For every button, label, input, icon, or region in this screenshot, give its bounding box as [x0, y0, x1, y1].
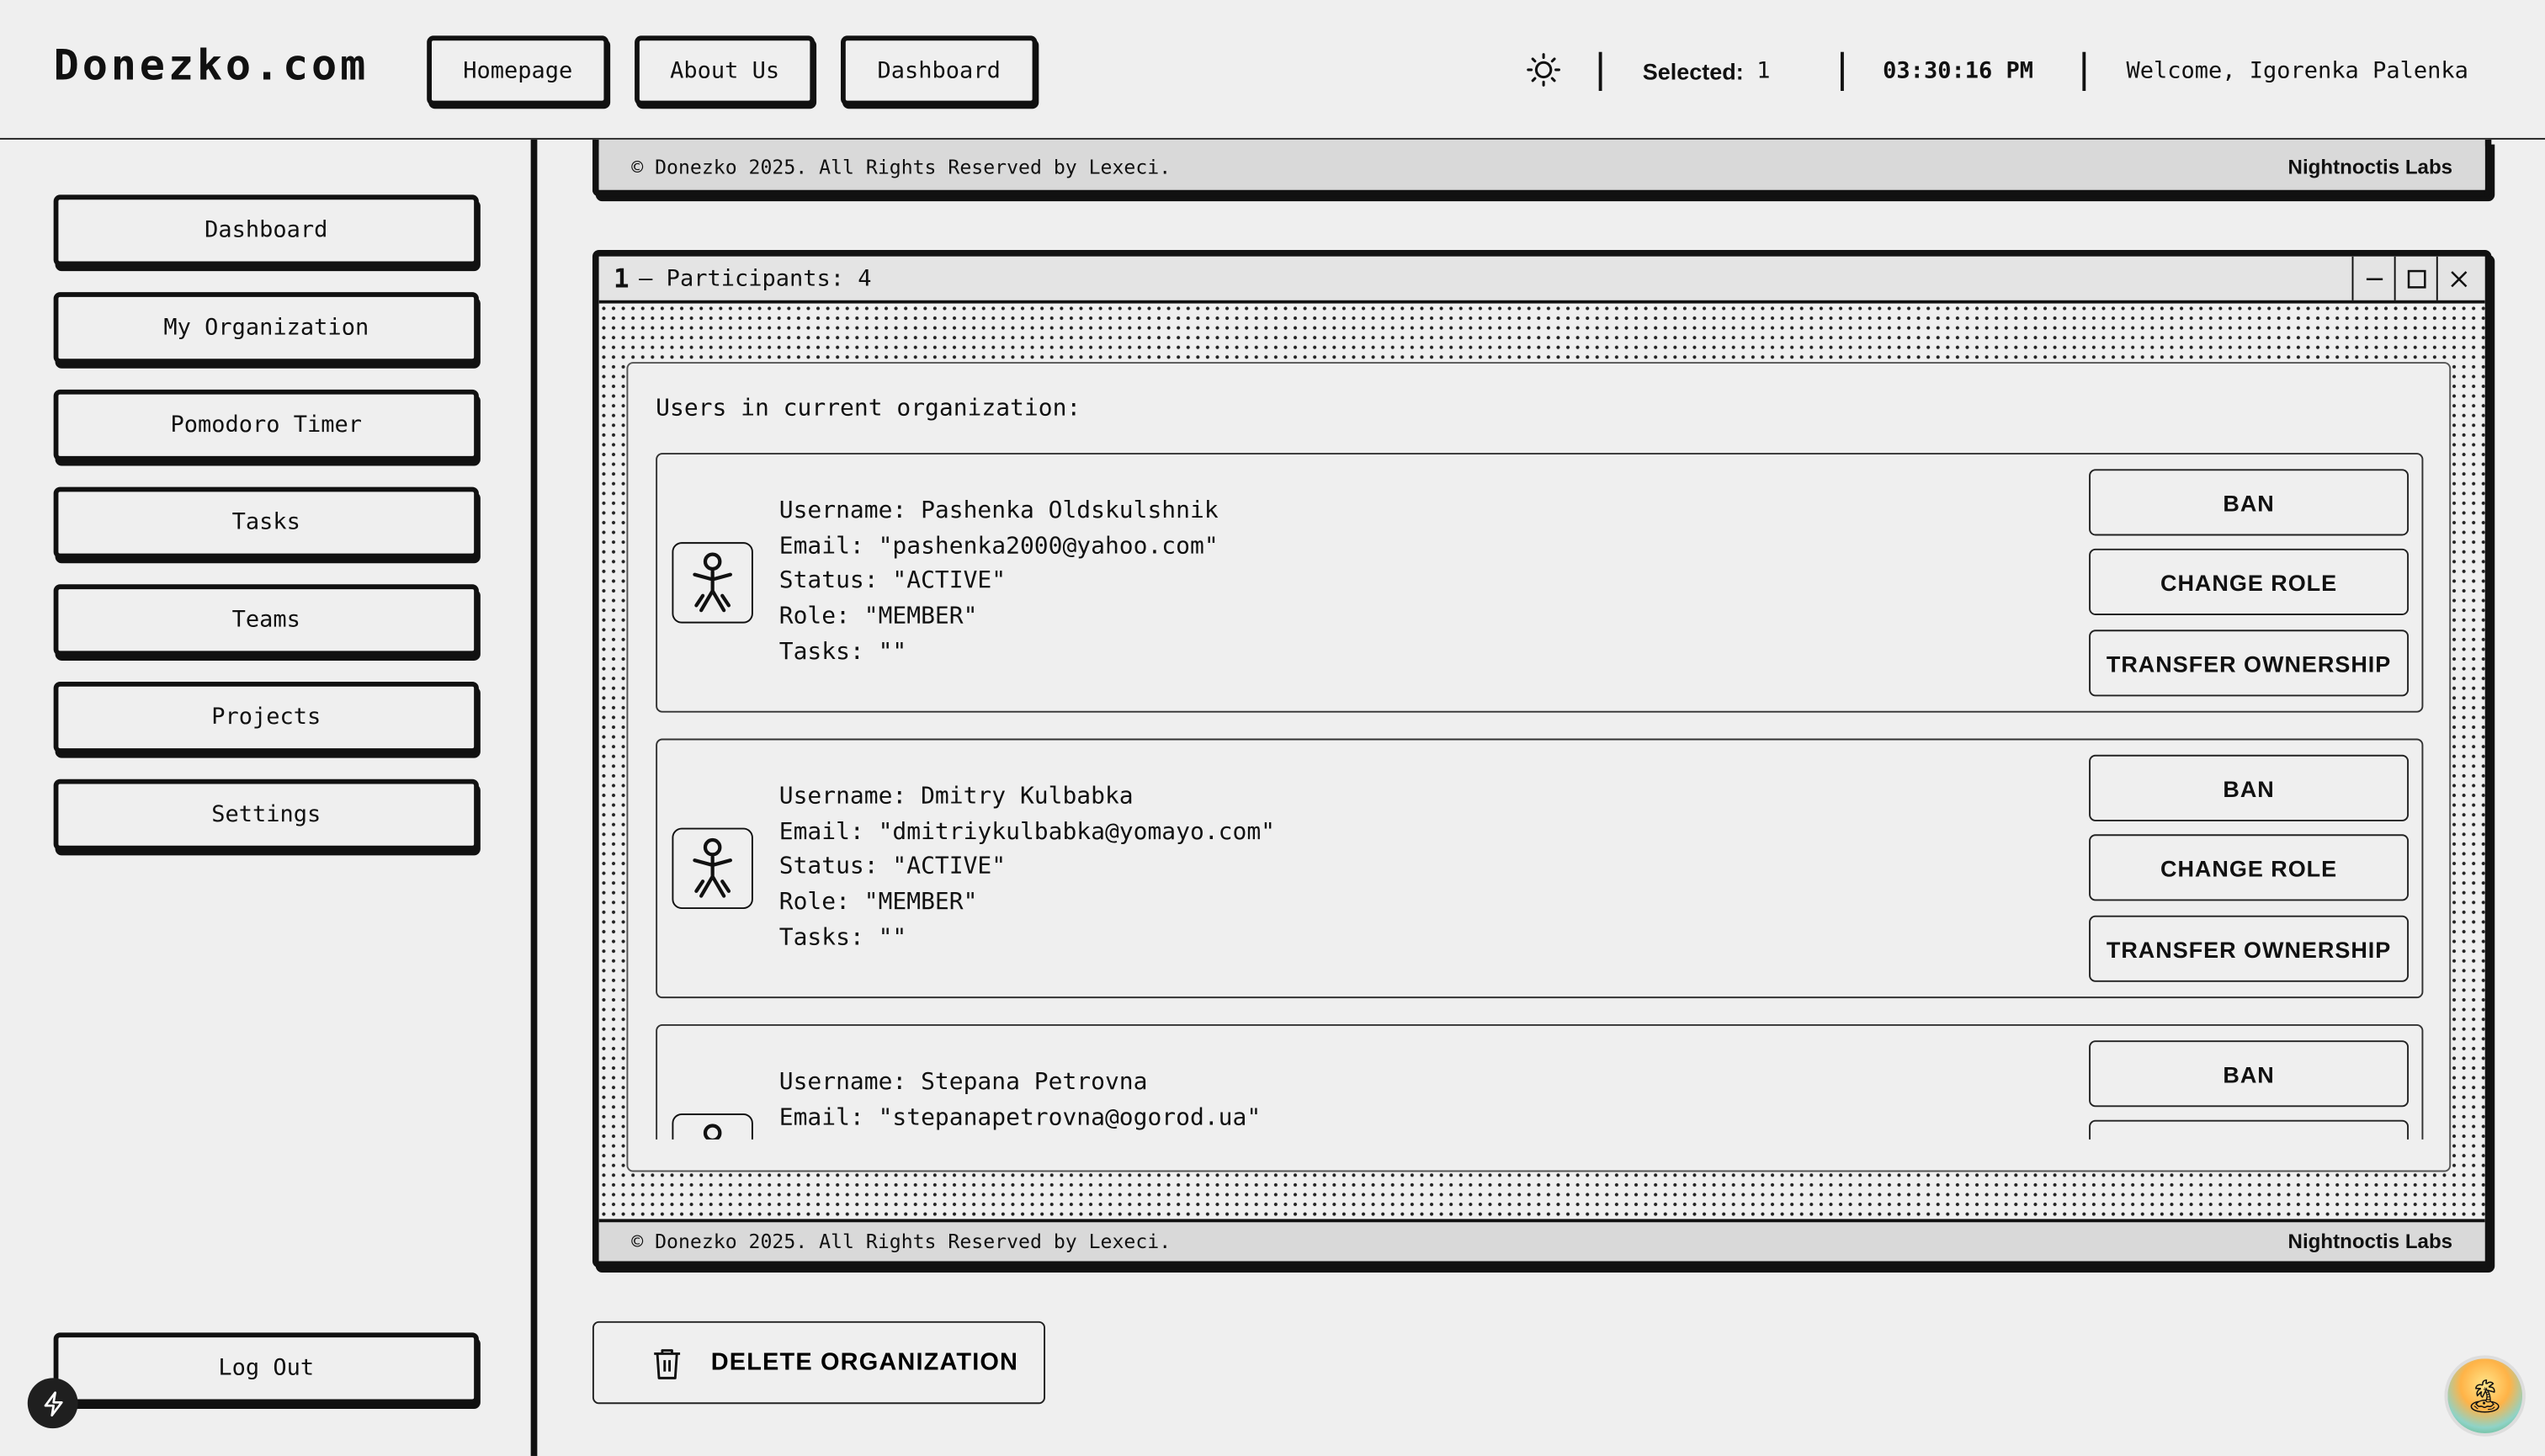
- window-footer: © Donezko 2025. All Rights Reserved by L…: [598, 146, 2485, 189]
- user-info: Username: Pashenka Oldskulshnik Email: "p…: [779, 495, 1219, 671]
- window-title: – Participants: 4: [639, 265, 872, 292]
- selected-count: 1: [1756, 58, 1771, 85]
- header-divider: [2082, 51, 2086, 92]
- sidebar-item-dashboard[interactable]: Dashboard: [53, 194, 479, 267]
- transfer-ownership-button[interactable]: TRANSFER OWNERSHIP: [2089, 915, 2410, 982]
- previous-window: © Donezko 2025. All Rights Reserved by L…: [592, 139, 2492, 197]
- user-card: Username: Dmitry Kulbabka Email: "dmitriy…: [656, 738, 2424, 999]
- nav-dashboard[interactable]: Dashboard: [841, 35, 1038, 106]
- window-footer: © Donezko 2025. All Rights Reserved by L…: [598, 1219, 2485, 1262]
- transfer-ownership-button[interactable]: TRANSFER OWNERSHIP: [2089, 630, 2410, 697]
- user-role: Role: "MEMBER": [778, 890, 978, 916]
- header-divider: [1598, 51, 1602, 92]
- sidebar-item-my-organization[interactable]: My Organization: [53, 292, 479, 364]
- user-icon: [672, 542, 753, 624]
- user-icon: [672, 827, 753, 910]
- clock: 03:30:16 PM: [1883, 58, 2033, 85]
- top-header: Donezko.com Homepage About Us Dashboard …: [0, 0, 2545, 140]
- sidebar-item-settings[interactable]: Settings: [53, 778, 479, 851]
- nav-about-us[interactable]: About Us: [635, 35, 816, 106]
- logout-button[interactable]: Log Out: [53, 1332, 479, 1405]
- delete-organization-label: DELETE ORGANIZATION: [710, 1348, 1019, 1377]
- sidebar-item-pomodoro-timer[interactable]: Pomodoro Timer: [53, 389, 479, 461]
- close-icon[interactable]: [2436, 256, 2479, 300]
- sidebar-item-tasks[interactable]: Tasks: [53, 486, 479, 559]
- delete-organization-button[interactable]: DELETE ORGANIZATION: [592, 1320, 1046, 1405]
- footer-copyright: © Donezko 2025. All Rights Reserved by L…: [631, 1230, 1172, 1253]
- user-role: Role: "MEMBER": [778, 603, 978, 630]
- user-info: Username: Dmitry Kulbabka Email: "dmitriy…: [779, 781, 1275, 957]
- change-role-button[interactable]: CHANGE ROLE: [2089, 834, 2410, 901]
- user-username: Username: Dmitry Kulbabka: [778, 784, 1134, 810]
- user-icon: [672, 1113, 753, 1140]
- sidebar-item-projects[interactable]: Projects: [53, 682, 479, 753]
- change-role-button[interactable]: CHANGE ROLE: [2089, 548, 2410, 615]
- footer-labs: Nightnoctis Labs: [2287, 156, 2453, 179]
- users-panel[interactable]: Users in current organization: Username:…: [626, 362, 2452, 1172]
- change-role-button[interactable]: [2089, 1119, 2410, 1140]
- bolt-icon[interactable]: [27, 1378, 78, 1429]
- maximize-icon[interactable]: [2394, 256, 2436, 300]
- ban-button[interactable]: BAN: [2089, 469, 2410, 536]
- user-status: Status: "ACTIVE": [778, 568, 1007, 595]
- user-username: Username: Pashenka Oldskulshnik: [778, 498, 1219, 524]
- sidebar-item-teams[interactable]: Teams: [53, 584, 479, 656]
- user-card: Username: Stepana Petrovna Email: "stepan…: [656, 1023, 2424, 1140]
- user-email: Email: "dmitriykulbabka@yomayo.com": [778, 819, 1276, 846]
- welcome-text: Welcome, Igorenka Palenka: [2126, 58, 2468, 85]
- ban-button[interactable]: BAN: [2089, 754, 2410, 821]
- header-divider: [1841, 51, 1844, 92]
- footer-copyright: © Donezko 2025. All Rights Reserved by L…: [631, 156, 1172, 179]
- site-logo[interactable]: Donezko.com: [54, 42, 369, 91]
- window-titlebar[interactable]: 1 – Participants: 4: [598, 256, 2485, 304]
- window-number: 1: [614, 263, 630, 295]
- beach-icon[interactable]: 🏝: [2444, 1355, 2526, 1437]
- footer-labs: Nightnoctis Labs: [2287, 1230, 2453, 1253]
- user-status: Status: "ACTIVE": [778, 854, 1007, 881]
- user-tasks: Tasks: "": [778, 639, 907, 666]
- participants-window: 1 – Participants: 4 Users in current org…: [592, 250, 2492, 1268]
- minimize-icon[interactable]: [2351, 256, 2394, 300]
- sun-icon[interactable]: [1526, 52, 1561, 88]
- selected-counter: Selected: 1: [1643, 54, 1771, 89]
- user-card: Username: Pashenka Oldskulshnik Email: "p…: [656, 453, 2424, 713]
- user-email: Email: "pashenka2000@yahoo.com": [778, 533, 1219, 560]
- users-heading: Users in current organization:: [656, 396, 1081, 422]
- user-username: Username: Stepana Petrovna: [778, 1069, 1148, 1096]
- user-info: Username: Stepana Petrovna Email: "stepan…: [779, 1066, 1261, 1137]
- trash-icon: [654, 1348, 681, 1379]
- ban-button[interactable]: BAN: [2089, 1040, 2410, 1108]
- user-tasks: Tasks: "": [778, 924, 907, 951]
- nav-homepage[interactable]: Homepage: [427, 35, 609, 106]
- window-body: Users in current organization: Username:…: [598, 303, 2485, 1220]
- user-email: Email: "stepanapetrovna@ogorod.ua": [778, 1104, 1262, 1131]
- sidebar-divider: [530, 139, 538, 1456]
- users-scroll-area[interactable]: Users in current organization: Username:…: [628, 364, 2449, 1140]
- selected-label: Selected:: [1642, 58, 1744, 85]
